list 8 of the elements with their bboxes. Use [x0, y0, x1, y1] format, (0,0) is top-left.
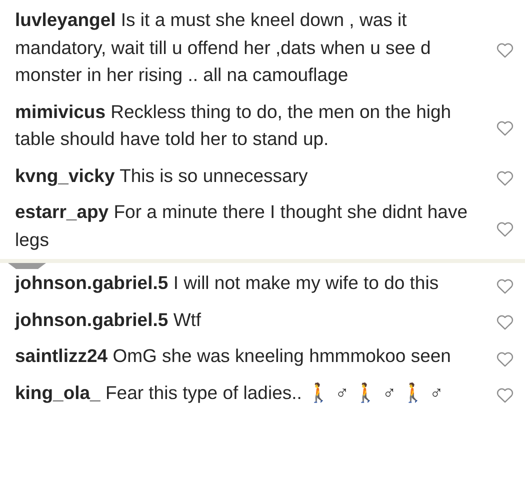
comment-text: johnson.gabriel.5 I will not make my wife to do this: [15, 271, 440, 295]
comment-text: estarr_apy For a minute there I thought she didnt have legs: [15, 200, 469, 252]
comment-text: mimivicus Reckless thing to do, the men on the high table should have told her to stand up.: [15, 100, 452, 151]
comment-text: kvng_vicky This is so unnecessary: [15, 164, 309, 188]
comment-text: king_ola_ Fear this type of ladies.. 🚶 ♂ 🚶 ♂ 🚶 ♂: [15, 380, 444, 405]
comment-text: luvleyangel Is it a must she kneel down , was it mandatory, wait till u offend her ,dats when u see d monster in her rising .. all na camouflage: [15, 8, 432, 87]
comment-text: saintlizz24 OmG she was kneeling hmmmokoo seen: [15, 344, 452, 368]
comment-text: johnson.gabriel.5 Wtf: [15, 308, 202, 332]
